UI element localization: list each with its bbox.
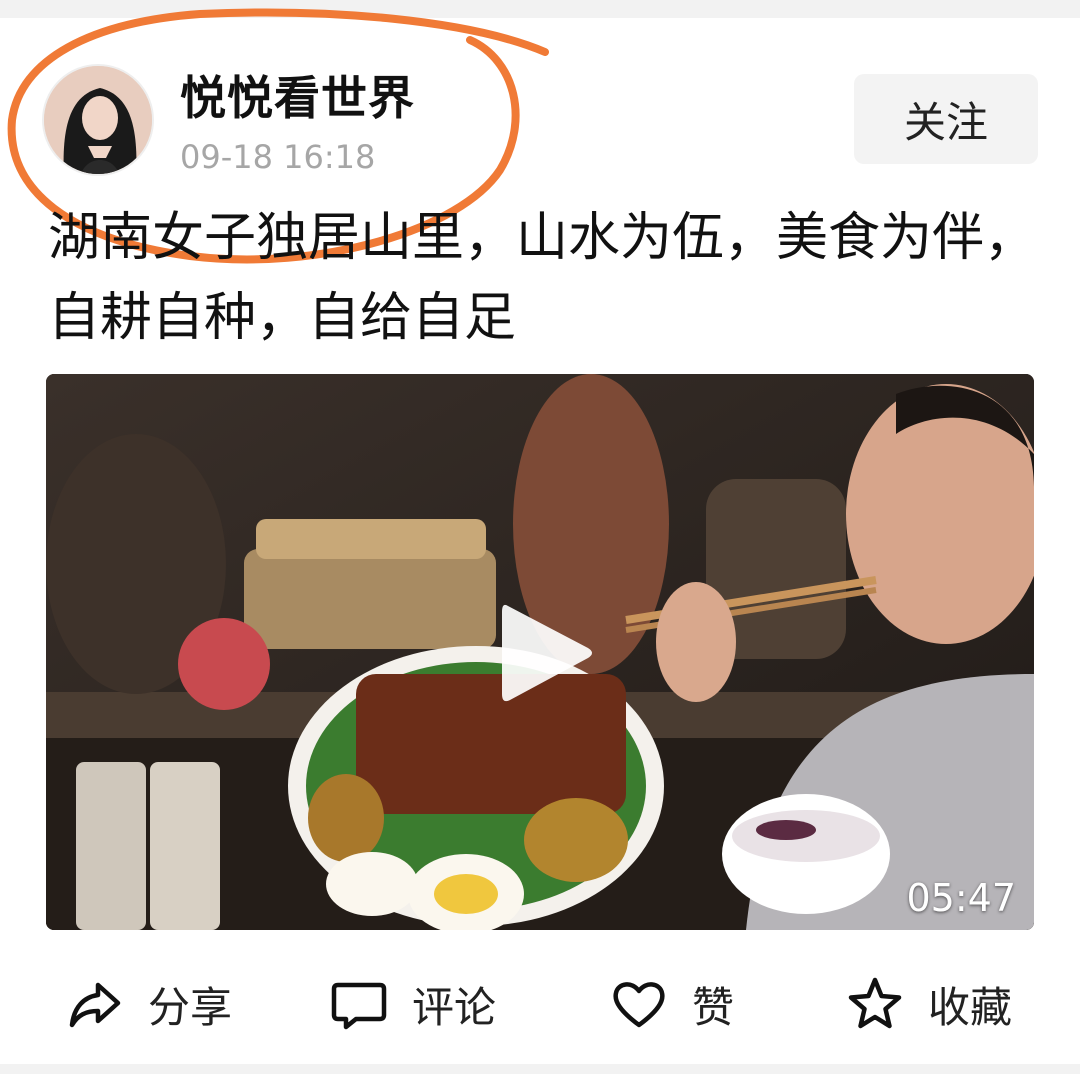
author-name[interactable]: 悦悦看世界 bbox=[180, 62, 415, 128]
author-avatar[interactable] bbox=[42, 64, 154, 176]
bottom-divider bbox=[0, 1064, 1080, 1074]
comment-button[interactable]: 评论 bbox=[330, 966, 496, 1042]
like-label: 赞 bbox=[692, 982, 735, 1032]
share-label: 分享 bbox=[148, 982, 233, 1032]
share-button[interactable]: 分享 bbox=[66, 966, 232, 1042]
top-divider bbox=[0, 0, 1080, 18]
follow-button[interactable]: 关注 bbox=[854, 74, 1038, 164]
comment-bubble-icon bbox=[330, 975, 388, 1033]
action-bar: 分享 评论 赞 收藏 bbox=[0, 966, 1080, 1042]
like-button[interactable]: 赞 bbox=[610, 966, 734, 1042]
heart-icon bbox=[610, 975, 668, 1033]
comment-label: 评论 bbox=[412, 982, 497, 1032]
star-icon bbox=[846, 975, 904, 1033]
favorite-button[interactable]: 收藏 bbox=[846, 966, 1012, 1042]
post-timestamp: 09-18 16:18 bbox=[180, 138, 376, 176]
video-duration: 05:47 bbox=[906, 876, 1016, 920]
share-arrow-icon bbox=[66, 975, 124, 1033]
post-title[interactable]: 湖南女子独居山里，山水为伍，美食为伴，自耕自种，自给自足 bbox=[48, 198, 1038, 358]
favorite-label: 收藏 bbox=[928, 982, 1013, 1032]
play-icon[interactable] bbox=[496, 598, 596, 708]
